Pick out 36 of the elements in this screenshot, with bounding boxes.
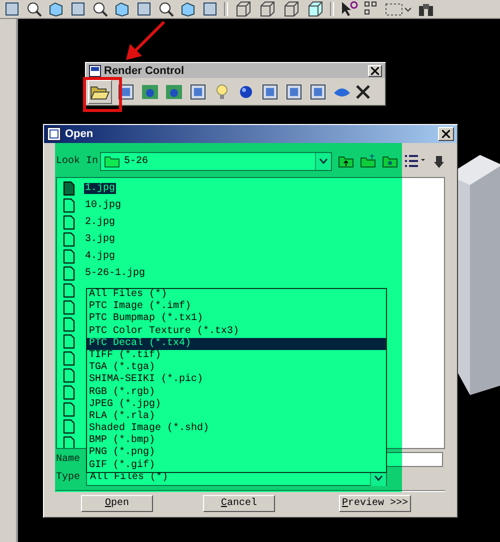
wireframe-cube-icon[interactable] [234, 1, 252, 17]
window-title: Render Control [104, 64, 186, 76]
file-name[interactable]: 4.jpg [84, 251, 116, 262]
arrow-drawing [124, 20, 168, 62]
view-icon[interactable] [4, 1, 20, 17]
folder-icon [90, 84, 110, 100]
dialog-button[interactable]: Preview >>> [339, 495, 411, 512]
close-icon [371, 66, 379, 74]
window-icon [89, 64, 101, 76]
dialog-button[interactable]: Cancel [203, 495, 275, 512]
selection-box-icon[interactable] [384, 1, 412, 17]
name-label: Name [56, 454, 82, 465]
close-icon[interactable] [356, 85, 370, 99]
list-view-icon[interactable] [404, 154, 426, 168]
help-pointer-icon[interactable] [340, 1, 358, 17]
wireframe-cube-icon[interactable] [258, 1, 276, 17]
highlight-box [83, 77, 122, 112]
file-name[interactable]: 10.jpg [84, 200, 122, 211]
dialog-button[interactable]: Open [81, 495, 153, 512]
file-name[interactable]: 3.jpg [84, 234, 116, 245]
binoculars-icon[interactable] [418, 1, 434, 17]
close-button[interactable] [368, 64, 382, 76]
file-name[interactable]: 2.jpg [84, 217, 116, 228]
close-button[interactable] [438, 127, 454, 141]
zoom-in-icon[interactable] [70, 1, 86, 17]
picture-icon[interactable] [164, 82, 184, 102]
file-name[interactable]: 5-26-1.jpg [84, 268, 146, 279]
zoom-out-icon[interactable] [92, 1, 108, 17]
close-icon [442, 130, 450, 138]
open-file-button[interactable] [88, 80, 112, 104]
window-title: Open [65, 128, 94, 140]
picture-icon[interactable] [140, 82, 160, 102]
shaded-cube-icon[interactable] [306, 1, 324, 17]
window-icon [47, 127, 61, 141]
grid-icon[interactable] [364, 1, 378, 17]
type-label: Type [56, 472, 82, 483]
